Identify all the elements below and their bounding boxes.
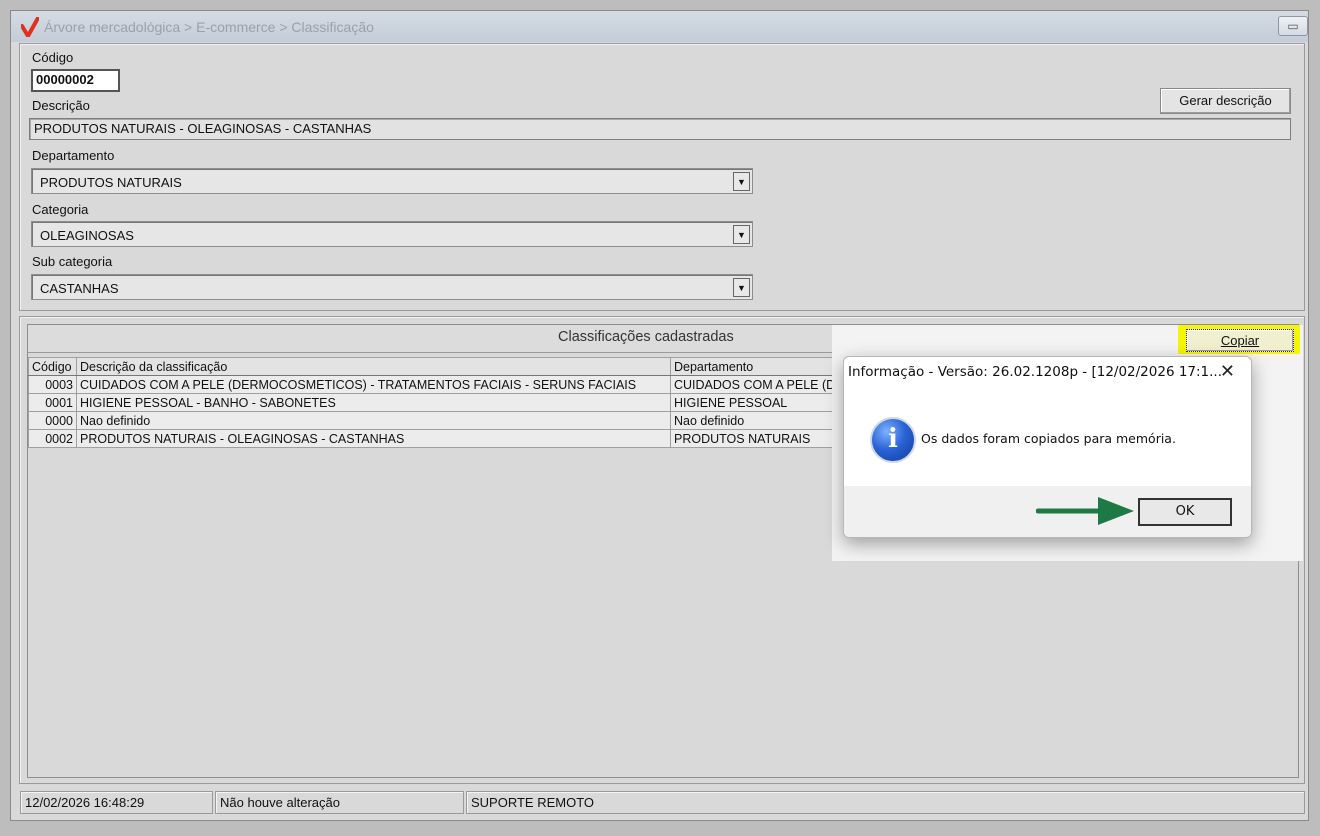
chevron-down-icon[interactable]: ▼ — [733, 225, 750, 244]
grid-title: Classificações cadastradas — [558, 329, 734, 345]
window-title: Árvore mercadológica > E-commerce > Clas… — [44, 19, 374, 35]
subcategory-select[interactable]: CASTANHAS ▼ — [31, 274, 753, 300]
status-user: SUPORTE REMOTO — [466, 791, 1305, 814]
copy-button[interactable]: Copiar — [1186, 329, 1294, 352]
column-header-description[interactable]: Descrição da classificação — [76, 357, 671, 376]
copy-label: Copiar — [1220, 333, 1260, 348]
app-logo-icon — [21, 17, 39, 37]
generate-description-button[interactable]: Gerar descrição — [1160, 88, 1291, 114]
arrow-right-icon — [1036, 497, 1134, 525]
row-code: 0002 — [28, 429, 77, 448]
title-bar: Árvore mercadológica > E-commerce > Clas… — [11, 12, 1308, 42]
restore-window-icon[interactable]: ▭ — [1278, 16, 1308, 36]
category-select[interactable]: OLEAGINOSAS ▼ — [31, 221, 753, 247]
dialog-message: Os dados foram copiados para memória. — [921, 431, 1176, 446]
close-icon[interactable]: ✕ — [1220, 361, 1235, 382]
subcategory-value: CASTANHAS — [40, 281, 119, 296]
category-label: Categoria — [32, 202, 89, 217]
row-description: PRODUTOS NATURAIS - OLEAGINOSAS - CASTAN… — [76, 429, 671, 448]
row-description: HIGIENE PESSOAL - BANHO - SABONETES — [76, 393, 671, 412]
status-change-state: Não houve alteração — [215, 791, 464, 814]
info-icon: i — [870, 417, 916, 463]
row-code: 0001 — [28, 393, 77, 412]
description-field[interactable]: PRODUTOS NATURAIS - OLEAGINOSAS - CASTAN… — [29, 118, 1291, 140]
chevron-down-icon[interactable]: ▼ — [733, 278, 750, 297]
department-label: Departamento — [32, 148, 115, 163]
row-description: CUIDADOS COM A PELE (DERMOCOSMETICOS) - … — [76, 375, 671, 394]
generate-description-label: Gerar descrição — [1179, 93, 1272, 108]
column-header-code[interactable]: Código — [28, 357, 77, 376]
description-label: Descrição — [32, 98, 90, 113]
ok-button[interactable]: OK — [1138, 498, 1232, 526]
chevron-down-icon[interactable]: ▼ — [733, 172, 750, 191]
department-select[interactable]: PRODUTOS NATURAIS ▼ — [31, 168, 753, 194]
code-label: Código — [32, 50, 74, 65]
category-value: OLEAGINOSAS — [40, 228, 134, 243]
row-description: Nao definido — [76, 411, 671, 430]
status-datetime: 12/02/2026 16:48:29 — [20, 791, 213, 814]
dialog-title: Informação - Versão: 26.02.1208p - [12/0… — [848, 364, 1223, 380]
row-code: 0000 — [28, 411, 77, 430]
row-code: 0003 — [28, 375, 77, 394]
subcategory-label: Sub categoria — [32, 254, 113, 269]
department-value: PRODUTOS NATURAIS — [40, 175, 182, 190]
code-field[interactable]: 00000002 — [31, 69, 120, 92]
